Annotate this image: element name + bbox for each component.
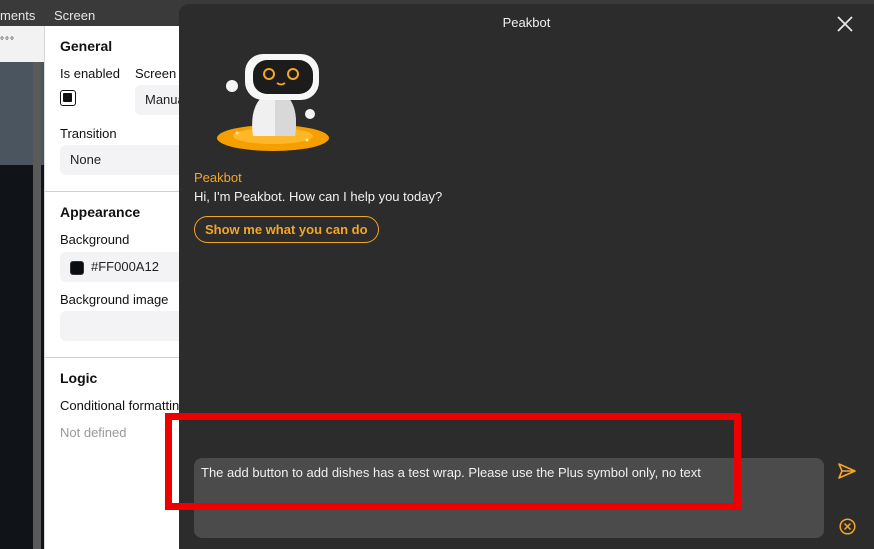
is-enabled-checkbox[interactable] (60, 90, 76, 106)
canvas-toolbar: °°° (0, 26, 44, 62)
suggestion-button[interactable]: Show me what you can do (194, 216, 379, 243)
chat-title: Peakbot (502, 15, 551, 30)
canvas-strip: °°° (0, 26, 44, 549)
color-swatch[interactable] (70, 260, 84, 275)
transition-label: Transition (60, 126, 117, 141)
background-image-label: Background image (60, 292, 169, 307)
section-divider (45, 191, 185, 192)
background-color-value: #FF000A12 (91, 259, 159, 274)
background-image-field[interactable] (60, 311, 190, 341)
close-icon[interactable] (835, 14, 855, 34)
conditional-formatting-label: Conditional formatting (60, 398, 187, 413)
general-heading: General (60, 38, 113, 54)
tab-components[interactable]: ments (0, 8, 35, 23)
background-color-field[interactable]: #FF000A12 (60, 252, 190, 282)
section-divider (45, 357, 185, 358)
screen-label: Screen (135, 66, 177, 81)
send-icon[interactable] (837, 461, 857, 481)
is-enabled-label: Is enabled (60, 66, 120, 81)
transition-select[interactable]: None (60, 145, 190, 175)
canvas-scrollbar[interactable] (33, 62, 41, 549)
logic-heading: Logic (60, 370, 98, 386)
background-label: Background (60, 232, 130, 247)
appearance-heading: Appearance (60, 204, 141, 220)
cancel-icon[interactable] (839, 518, 856, 535)
peakbot-mascot-icon (217, 54, 329, 151)
bot-message: Hi, I'm Peakbot. How can I help you toda… (194, 189, 443, 204)
tab-screen[interactable]: Screen (54, 8, 95, 23)
highlight-box (165, 413, 741, 510)
bot-name: Peakbot (194, 170, 242, 185)
more-options-icon[interactable]: °°° (0, 36, 15, 47)
conditional-formatting-value: Not defined (60, 425, 127, 440)
properties-panel: General Is enabled Screen Manual Transit… (44, 26, 195, 549)
